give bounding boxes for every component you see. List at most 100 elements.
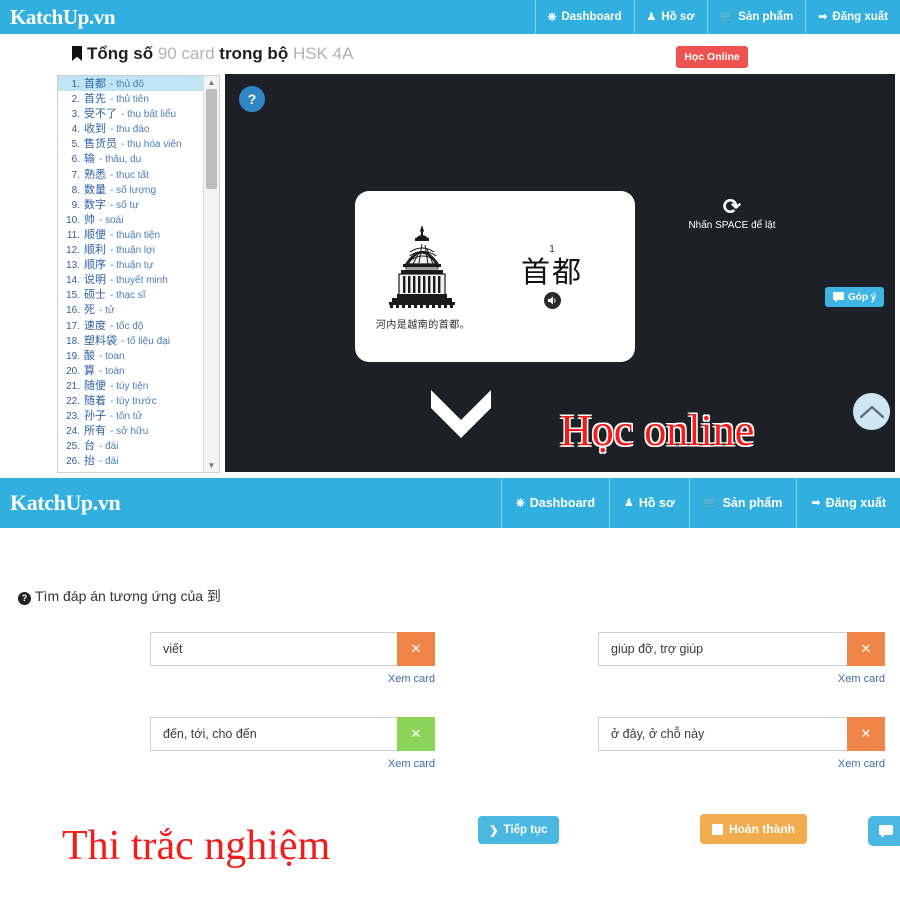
nav-item-dang-xuat-2[interactable]: ➡ Đăng xuất (796, 478, 900, 528)
nav-item-ho-so[interactable]: ♟ Hồ sơ (633, 0, 707, 34)
wordlist-scroll-area[interactable]: 1. 首都 - thủ đô 2. 首先 - thủ tiên 3. 受不了 - thụ bất… (58, 76, 204, 472)
wordlist-item[interactable]: 17. 速度 - tốc độ (58, 318, 204, 333)
flashcard-index: 1 (549, 243, 555, 255)
chat-feedback-button[interactable] (868, 816, 900, 846)
wordlist-item-meaning: - thuyết minh (110, 275, 168, 287)
chat-bubble-icon (879, 825, 893, 838)
wordlist-item[interactable]: 25. 台 - đài (58, 438, 204, 453)
wordlist-item-hanzi: 首都 (84, 77, 106, 90)
xem-card-link[interactable]: Xem card (598, 673, 885, 685)
wordlist-item-meaning: - thủ tiên (110, 94, 149, 106)
wordlist-item-meaning: - thuận tự (110, 260, 154, 272)
wordlist-item[interactable]: 26. 抬 - đài (58, 453, 204, 468)
wordlist-item-number: 10. (66, 214, 80, 226)
answer-clear-button[interactable]: ✕ (397, 717, 435, 751)
hoc-online-button[interactable]: Học Online (676, 46, 748, 68)
overlay-label-thi-trac-nghiem: Thi trắc nghiệm (62, 823, 331, 869)
hoan-thanh-button[interactable]: Hoàn thành (700, 814, 807, 844)
wordlist-item[interactable]: 15. 硕士 - thạc sĩ (58, 287, 204, 302)
wordlist-item[interactable]: 6. 输 - thâu, du (58, 151, 204, 166)
flashcard-front: 1 首都 (479, 243, 635, 310)
brand-logo-bottom[interactable]: KatchUp.vn (0, 478, 121, 528)
wordlist-item[interactable]: 20. 算 - toán (58, 363, 204, 378)
refresh-icon: ⟳ (722, 194, 742, 219)
top-navbar: KatchUp.vn ⎈ Dashboard ♟ Hồ sơ 🛒 Sản phẩ… (0, 0, 900, 34)
xem-card-link[interactable]: Xem card (150, 758, 435, 770)
scroll-up-icon[interactable]: ▲ (207, 78, 216, 87)
scroll-down-icon[interactable]: ▼ (207, 461, 216, 470)
wordlist-item[interactable]: 1. 首都 - thủ đô (58, 76, 204, 92)
flashcard[interactable]: 河内是越南的首都。 1 首都 (355, 191, 635, 362)
wordlist-item[interactable]: 23. 孙子 - tôn tử (58, 408, 204, 423)
wordlist-item-hanzi: 抬 (84, 454, 95, 468)
wordlist-item[interactable]: 12. 顺利 - thuận lợi (58, 242, 204, 257)
answer-input[interactable]: viết (150, 632, 397, 666)
wordlist-item[interactable]: 21. 随便 - túy tiện (58, 378, 204, 393)
wordlist-item-meaning: - đài (99, 456, 119, 468)
scrollbar-thumb[interactable] (206, 89, 217, 189)
gop-y-button[interactable]: Góp ý (825, 287, 885, 307)
wordlist-item[interactable]: 9. 数字 - số tự (58, 197, 204, 212)
gop-y-label: Góp ý (848, 291, 877, 303)
wordlist-item-meaning: - soái (99, 214, 124, 226)
answer-input[interactable]: ở đây, ở chỗ này (598, 717, 847, 751)
overlay-label-hoc-online: Học online (560, 406, 755, 455)
answer-input[interactable]: đến, tới, cho đến (150, 717, 397, 751)
wordlist-item[interactable]: 2. 首先 - thủ tiên (58, 91, 204, 106)
user-icon: ♟ (646, 10, 657, 23)
speaker-icon[interactable] (543, 292, 561, 310)
xem-card-link[interactable]: Xem card (598, 758, 885, 770)
nav-item-dashboard[interactable]: ⎈ Dashboard (534, 0, 634, 34)
answer-input[interactable]: giúp đỡ, trợ giúp (598, 632, 847, 666)
xem-card-link[interactable]: Xem card (150, 673, 435, 685)
brand-logo-top[interactable]: KatchUp.vn (0, 0, 116, 34)
wordlist-item-meaning: - túy tiện (110, 380, 149, 392)
wordlist-item[interactable]: 10. 帅 - soái (58, 212, 204, 227)
answer-clear-button[interactable]: ✕ (847, 632, 885, 666)
wordlist-item[interactable]: 13. 顺序 - thuận tự (58, 257, 204, 272)
nav-item-san-pham-2[interactable]: 🛒 Sản phẩm (688, 478, 796, 528)
wordlist-item[interactable]: 3. 受不了 - thụ bất liểu (58, 106, 204, 121)
answer-option: ở đây, ở chỗ này ✕ Xem card (598, 717, 885, 770)
answer-clear-button[interactable]: ✕ (847, 717, 885, 751)
nav-item-dang-xuat[interactable]: ➡ Đăng xuất (805, 0, 900, 34)
wordlist-item[interactable]: 14. 说明 - thuyết minh (58, 272, 204, 287)
wordlist-item[interactable]: 18. 塑料袋 - tố liệu đại (58, 333, 204, 348)
nav-item-san-pham[interactable]: 🛒 Sản phẩm (706, 0, 806, 34)
wordlist-item[interactable]: 7. 熟悉 - thục tất (58, 167, 204, 182)
wordlist-item-number: 12. (66, 245, 80, 257)
help-button[interactable]: ? (237, 84, 267, 114)
wordlist-item[interactable]: 8. 数量 - số lượng (58, 182, 204, 197)
flashcard-sentence: 河内是越南的首都。 (375, 319, 471, 331)
wordlist-item-hanzi: 顺便 (84, 227, 106, 241)
tiep-tuc-button[interactable]: ❯ Tiếp tục (478, 816, 559, 844)
wordlist-item[interactable]: 11. 顺便 - thuận tiện (58, 227, 204, 242)
wordlist-item-number: 13. (66, 260, 80, 272)
wordlist-item-number: 14. (66, 275, 80, 287)
wordlist-item[interactable]: 5. 售货员 - thụ hóa viên (58, 136, 204, 151)
wordlist-item-meaning: - toán (99, 365, 125, 377)
wordlist-item-number: 11. (66, 229, 80, 241)
nav-item-ho-so-2[interactable]: ♟ Hồ sơ (609, 478, 689, 528)
wordlist-item-hanzi: 首先 (84, 92, 106, 106)
wordlist-item[interactable]: 4. 收到 - thu đáo (58, 121, 204, 136)
wordlist-item-number: 4. (71, 124, 80, 136)
wordlist-item-hanzi: 台 (84, 439, 95, 453)
wordlist-item-number: 22. (66, 395, 80, 407)
wordlist-item-meaning: - thu đáo (110, 124, 150, 136)
quiz-question-prefix: Tìm đáp án tương ứng của (35, 588, 204, 604)
wordlist-item-hanzi: 孙子 (84, 409, 106, 423)
wordlist-item[interactable]: 16. 死 - tử (58, 302, 204, 317)
wordlist-item-number: 23. (66, 411, 80, 423)
answer-clear-button[interactable]: ✕ (397, 632, 435, 666)
scroll-to-top-button[interactable] (853, 393, 890, 430)
wordlist-scrollbar[interactable]: ▲ ▼ (203, 76, 219, 472)
wordlist-item-number: 6. (71, 154, 80, 166)
nav-item-dashboard-2[interactable]: ⎈ Dashboard (500, 478, 609, 528)
wordlist-item[interactable]: 19. 酸 - toan (58, 348, 204, 363)
chevron-down-icon[interactable] (423, 384, 499, 445)
wordlist-item[interactable]: 22. 随着 - túy trước (58, 393, 204, 408)
wordlist-item-number: 5. (71, 139, 80, 151)
wordlist-item-meaning: - thục tất (110, 169, 149, 181)
wordlist-item[interactable]: 24. 所有 - sở hữu (58, 423, 204, 438)
